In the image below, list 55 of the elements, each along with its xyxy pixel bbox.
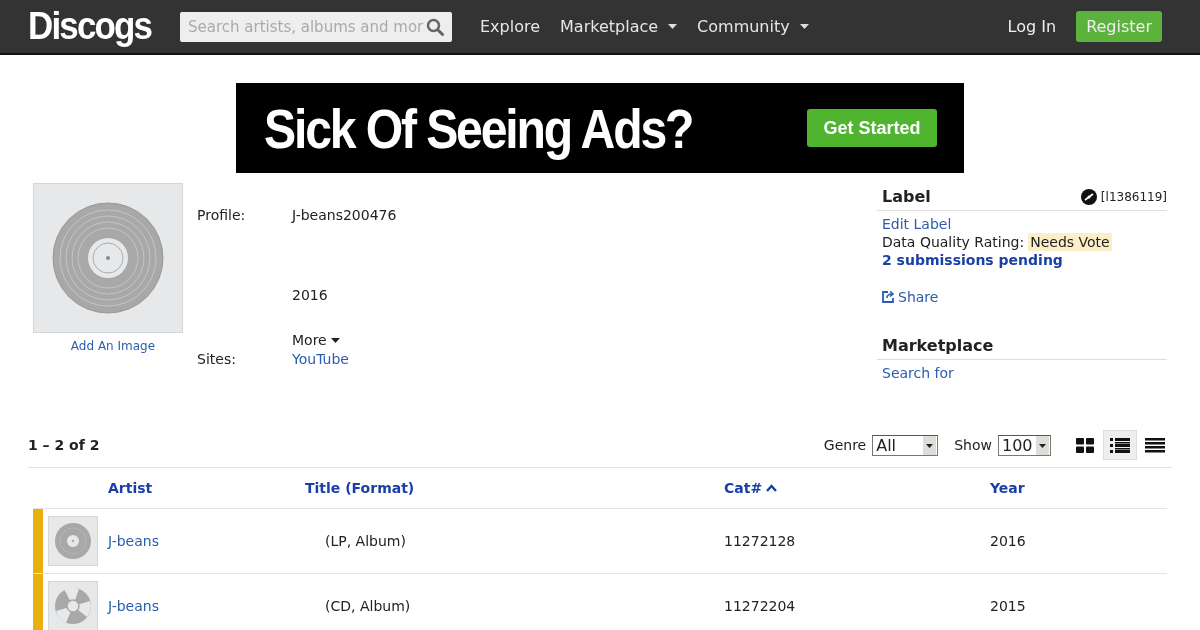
pending-submissions-link[interactable]: 2 submissions pending (882, 251, 1063, 269)
sites-label: Sites: (197, 351, 237, 367)
search-icon[interactable] (426, 17, 444, 36)
profile-text: J-beans200476 (292, 207, 397, 225)
show-select[interactable]: 100 (998, 434, 1051, 456)
genre-label: Genre (823, 437, 867, 453)
nav-menu-item[interactable]: Community (697, 17, 809, 36)
show-label: Show (954, 437, 992, 453)
format-text: (CD, Album) (324, 598, 411, 614)
genre-select[interactable]: All (872, 434, 939, 456)
catalog-number: 11272204 (724, 598, 797, 614)
grid-icon (1076, 437, 1094, 453)
column-header-link[interactable]: Year (990, 480, 1025, 496)
nav-menu-item[interactable]: Marketplace (560, 17, 678, 36)
edit-label-link[interactable]: Edit Label (882, 215, 952, 233)
result-count: 1 – 2 of 2 (28, 437, 100, 453)
share-icon (882, 291, 894, 303)
rating-value: Needs Vote (1028, 233, 1112, 251)
catalog-number: 11272128 (724, 533, 797, 549)
rating-label: Data Quality Rating: (882, 233, 1025, 251)
vinyl-record-icon (52, 202, 164, 314)
caret-icon (668, 24, 678, 29)
login-link[interactable]: Log In (1007, 17, 1057, 36)
caret-icon (799, 24, 809, 29)
search-field[interactable]: Search artists, albums and mor (180, 11, 452, 42)
artist-name-link[interactable]: J-beans (108, 598, 159, 614)
nav-menu-item[interactable]: Explore (480, 17, 541, 36)
release-thumbnail[interactable] (48, 516, 98, 566)
compact-disc-icon (54, 587, 92, 625)
caret-icon (330, 337, 340, 343)
ad-headline: Sick Of Seeing Ads? (264, 95, 694, 161)
format-text: (LP, Album) (324, 533, 406, 549)
column-header-link[interactable]: Cat# (724, 480, 778, 496)
column-header-link[interactable]: Title (Format) (305, 480, 415, 496)
youtube-link[interactable]: YouTube (292, 351, 349, 367)
release-thumbnail[interactable] (48, 581, 98, 630)
share-link[interactable]: Share (882, 288, 939, 306)
bulleted-list-icon (1110, 437, 1130, 453)
vinyl-record-icon (54, 522, 92, 560)
release-year: 2016 (990, 533, 1027, 549)
column-header-link[interactable]: Artist (108, 480, 153, 496)
add-image-link[interactable]: Add An Image (70, 339, 156, 353)
list-view-button[interactable] (1103, 430, 1137, 460)
record-icon (1080, 188, 1097, 205)
label-id: [l1386119] (1100, 189, 1167, 204)
marketplace-heading: Marketplace (882, 336, 994, 355)
release-year: 2015 (990, 598, 1027, 614)
lines-icon (1145, 437, 1165, 453)
more-toggle[interactable]: More (292, 329, 340, 351)
sort-ascending-icon (766, 484, 778, 492)
profile-year: 2016 (292, 287, 328, 305)
label-heading: Label (882, 187, 931, 206)
artist-name-link[interactable]: J-beans (108, 533, 159, 549)
search-for-link[interactable]: Search for (882, 364, 954, 382)
profile-label: Profile: (197, 207, 247, 225)
